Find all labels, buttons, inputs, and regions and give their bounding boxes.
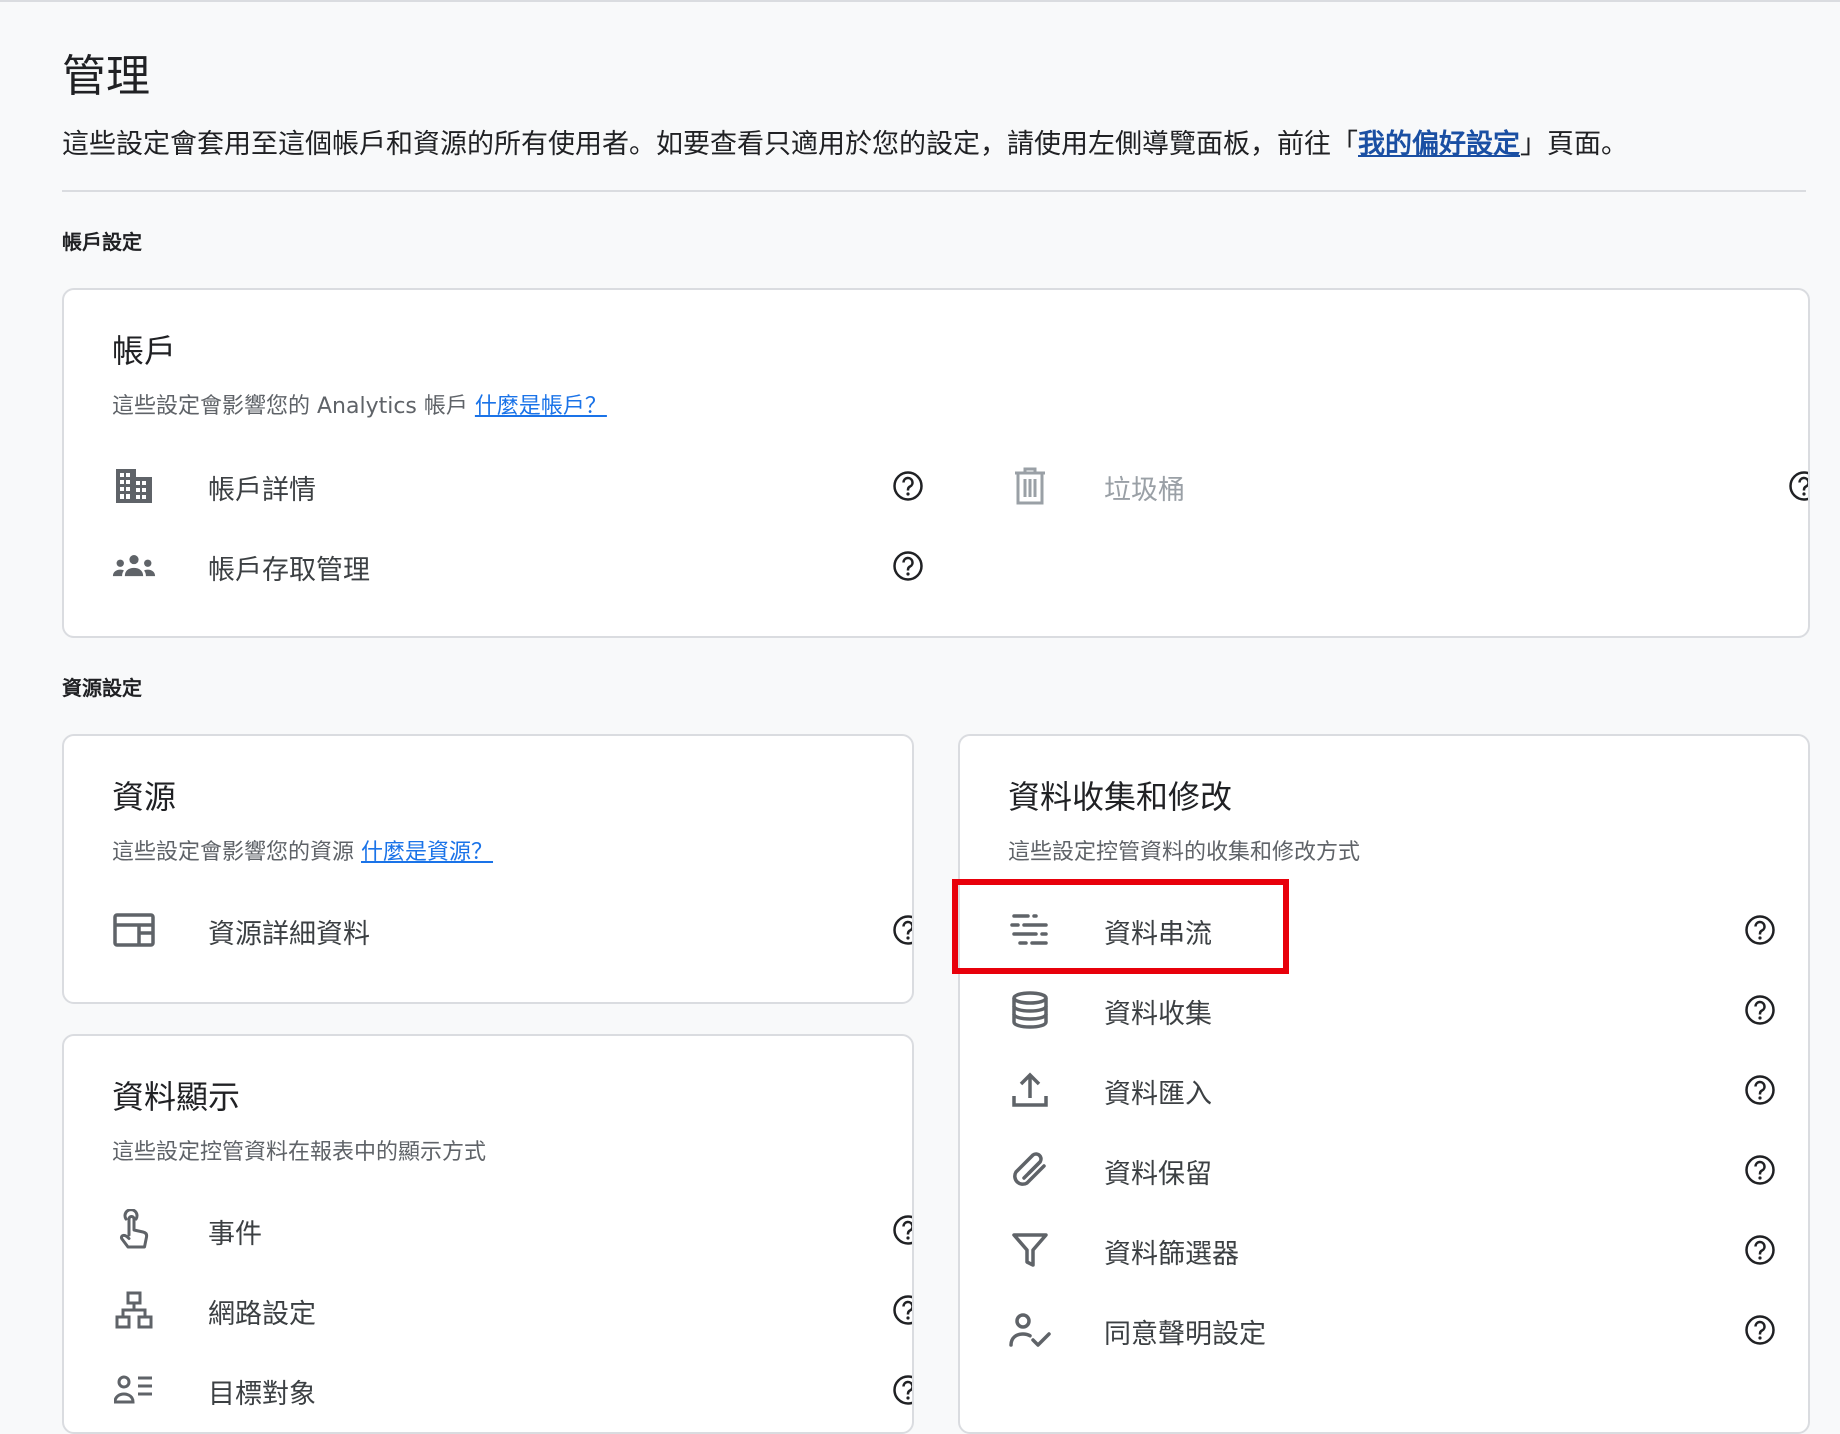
property-card: 資源 這些設定會影響您的資源 什麼是資源？ 資源詳細資料 (62, 734, 914, 1004)
account-card-desc: 這些設定會影響您的 Analytics 帳戶 什麼是帳戶？ (112, 388, 607, 420)
building-icon (112, 466, 156, 506)
help-icon[interactable] (1744, 1154, 1776, 1186)
data-import-label: 資料匯入 (1104, 1079, 1212, 1110)
data-collection-card: 資料收集和修改 這些設定控管資料的收集和修改方式 資料串流 資料收集 資料匯入 (958, 734, 1810, 1434)
consent-settings-label: 同意聲明設定 (1104, 1319, 1266, 1350)
data-display-card: 資料顯示 這些設定控管資料在報表中的顯示方式 事件 網路設定 目標對象 (62, 1034, 914, 1434)
database-icon (1008, 990, 1052, 1030)
account-access-management-item[interactable]: 帳戶存取管理 (112, 536, 932, 596)
top-divider (0, 0, 1840, 2)
data-filters-item[interactable]: 資料篩選器 (1008, 1220, 1788, 1280)
help-icon[interactable] (892, 1214, 912, 1246)
property-settings-label: 資源設定 (62, 676, 142, 700)
account-card-desc-text: 這些設定會影響您的 Analytics 帳戶 (112, 394, 475, 419)
help-icon[interactable] (892, 470, 924, 502)
web-settings-item[interactable]: 網路設定 (112, 1280, 912, 1340)
trash-icon (1008, 466, 1052, 506)
property-details-icon (112, 910, 156, 950)
consent-icon (1008, 1310, 1052, 1350)
account-card-title: 帳戶 (112, 332, 177, 370)
attachment-icon (1008, 1150, 1052, 1190)
intro-text-suffix: 」頁面。 (1520, 129, 1628, 160)
trash-item[interactable]: 垃圾桶 (1008, 456, 1808, 516)
what-is-account-link[interactable]: 什麼是帳戶？ (475, 394, 607, 419)
account-details-item[interactable]: 帳戶詳情 (112, 456, 932, 516)
account-details-label: 帳戶詳情 (208, 475, 316, 506)
data-collection-card-title: 資料收集和修改 (1008, 778, 1233, 816)
help-icon[interactable] (892, 1294, 912, 1326)
filter-icon (1008, 1230, 1052, 1270)
trash-label: 垃圾桶 (1104, 475, 1185, 506)
help-icon[interactable] (1744, 1074, 1776, 1106)
data-display-card-desc: 這些設定控管資料在報表中的顯示方式 (112, 1140, 487, 1165)
my-preferences-link[interactable]: 我的偏好設定 (1358, 129, 1520, 160)
data-retention-label: 資料保留 (1104, 1159, 1212, 1190)
property-card-desc-text: 這些設定會影響您的資源 (112, 840, 361, 865)
data-collection-item[interactable]: 資料收集 (1008, 980, 1788, 1040)
network-icon (112, 1290, 156, 1330)
help-icon[interactable] (1744, 1234, 1776, 1266)
account-settings-label: 帳戶設定 (62, 230, 142, 254)
data-collection-card-desc: 這些設定控管資料的收集和修改方式 (1008, 840, 1361, 865)
help-icon[interactable] (892, 1374, 912, 1406)
account-card: 帳戶 這些設定會影響您的 Analytics 帳戶 什麼是帳戶？ 帳戶詳情 帳戶… (62, 288, 1810, 638)
consent-settings-item[interactable]: 同意聲明設定 (1008, 1300, 1788, 1360)
data-collection-label: 資料收集 (1104, 999, 1212, 1030)
help-icon[interactable] (1744, 1314, 1776, 1346)
property-card-title: 資源 (112, 778, 177, 816)
help-icon[interactable] (1788, 470, 1808, 502)
account-access-management-label: 帳戶存取管理 (208, 555, 370, 586)
data-retention-item[interactable]: 資料保留 (1008, 1140, 1788, 1200)
help-icon[interactable] (892, 550, 924, 582)
property-details-label: 資源詳細資料 (208, 919, 370, 950)
property-card-desc: 這些設定會影響您的資源 什麼是資源？ (112, 834, 493, 866)
intro-text: 這些設定會套用至這個帳戶和資源的所有使用者。如要查看只適用於您的設定，請使用左側… (62, 122, 1628, 161)
audiences-item[interactable]: 目標對象 (112, 1360, 912, 1420)
help-icon[interactable] (892, 914, 912, 946)
touch-icon (112, 1209, 156, 1250)
events-item[interactable]: 事件 (112, 1200, 912, 1260)
upload-icon (1008, 1070, 1052, 1110)
data-import-item[interactable]: 資料匯入 (1008, 1060, 1788, 1120)
audience-icon (112, 1370, 156, 1410)
data-display-card-title: 資料顯示 (112, 1078, 241, 1116)
web-settings-label: 網路設定 (208, 1299, 316, 1330)
audiences-label: 目標對象 (208, 1379, 316, 1410)
what-is-property-link[interactable]: 什麼是資源？ (361, 840, 493, 865)
data-streams-highlight-box (952, 879, 1289, 974)
data-filters-label: 資料篩選器 (1104, 1239, 1239, 1270)
help-icon[interactable] (1744, 914, 1776, 946)
page-title: 管理 (62, 51, 150, 102)
help-icon[interactable] (1744, 994, 1776, 1026)
property-details-item[interactable]: 資源詳細資料 (112, 900, 912, 960)
group-icon (112, 546, 156, 586)
intro-text-main: 這些設定會套用至這個帳戶和資源的所有使用者。如要查看只適用於您的設定，請使用左側… (62, 129, 1358, 160)
header-divider (62, 190, 1806, 192)
events-label: 事件 (208, 1219, 262, 1250)
